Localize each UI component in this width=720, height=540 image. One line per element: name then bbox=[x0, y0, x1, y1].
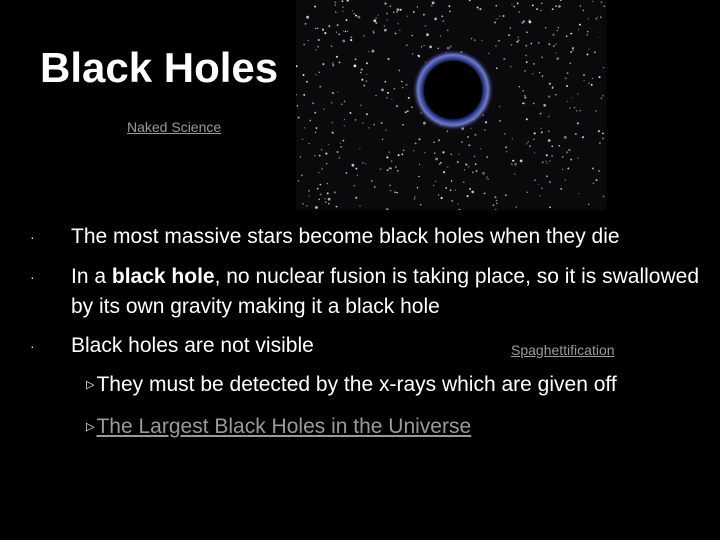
sub-bullet-xrays: ▷They must be detected by the x-rays whi… bbox=[86, 370, 617, 400]
triangle-bullet-icon: ▷ bbox=[86, 379, 95, 392]
bullet-bold-term: black hole bbox=[111, 265, 215, 288]
black-hole-core bbox=[424, 61, 482, 119]
spaghettification-link[interactable]: Spaghettification bbox=[511, 342, 615, 358]
bullet-text: In a black hole, no nuclear fusion is ta… bbox=[71, 262, 701, 322]
bullet-text-start: In a bbox=[71, 265, 112, 288]
sub-bullet-text: They must be detected by the x-rays whic… bbox=[96, 373, 617, 396]
sub-bullet-largest: ▷The Largest Black Holes in the Universe bbox=[86, 412, 471, 442]
largest-black-holes-link[interactable]: The Largest Black Holes in the Universe bbox=[96, 415, 471, 438]
slide: Black Holes Naked Science · The most mas… bbox=[0, 0, 720, 540]
naked-science-link[interactable]: Naked Science bbox=[127, 119, 221, 135]
black-hole-image bbox=[296, 0, 606, 210]
bullet-marker: · bbox=[30, 338, 35, 354]
slide-title: Black Holes bbox=[40, 44, 279, 91]
bullet-marker: · bbox=[30, 269, 35, 285]
triangle-bullet-icon: ▷ bbox=[86, 421, 95, 434]
bullet-text: The most massive stars become black hole… bbox=[71, 225, 620, 248]
bullet-marker: · bbox=[30, 229, 35, 245]
